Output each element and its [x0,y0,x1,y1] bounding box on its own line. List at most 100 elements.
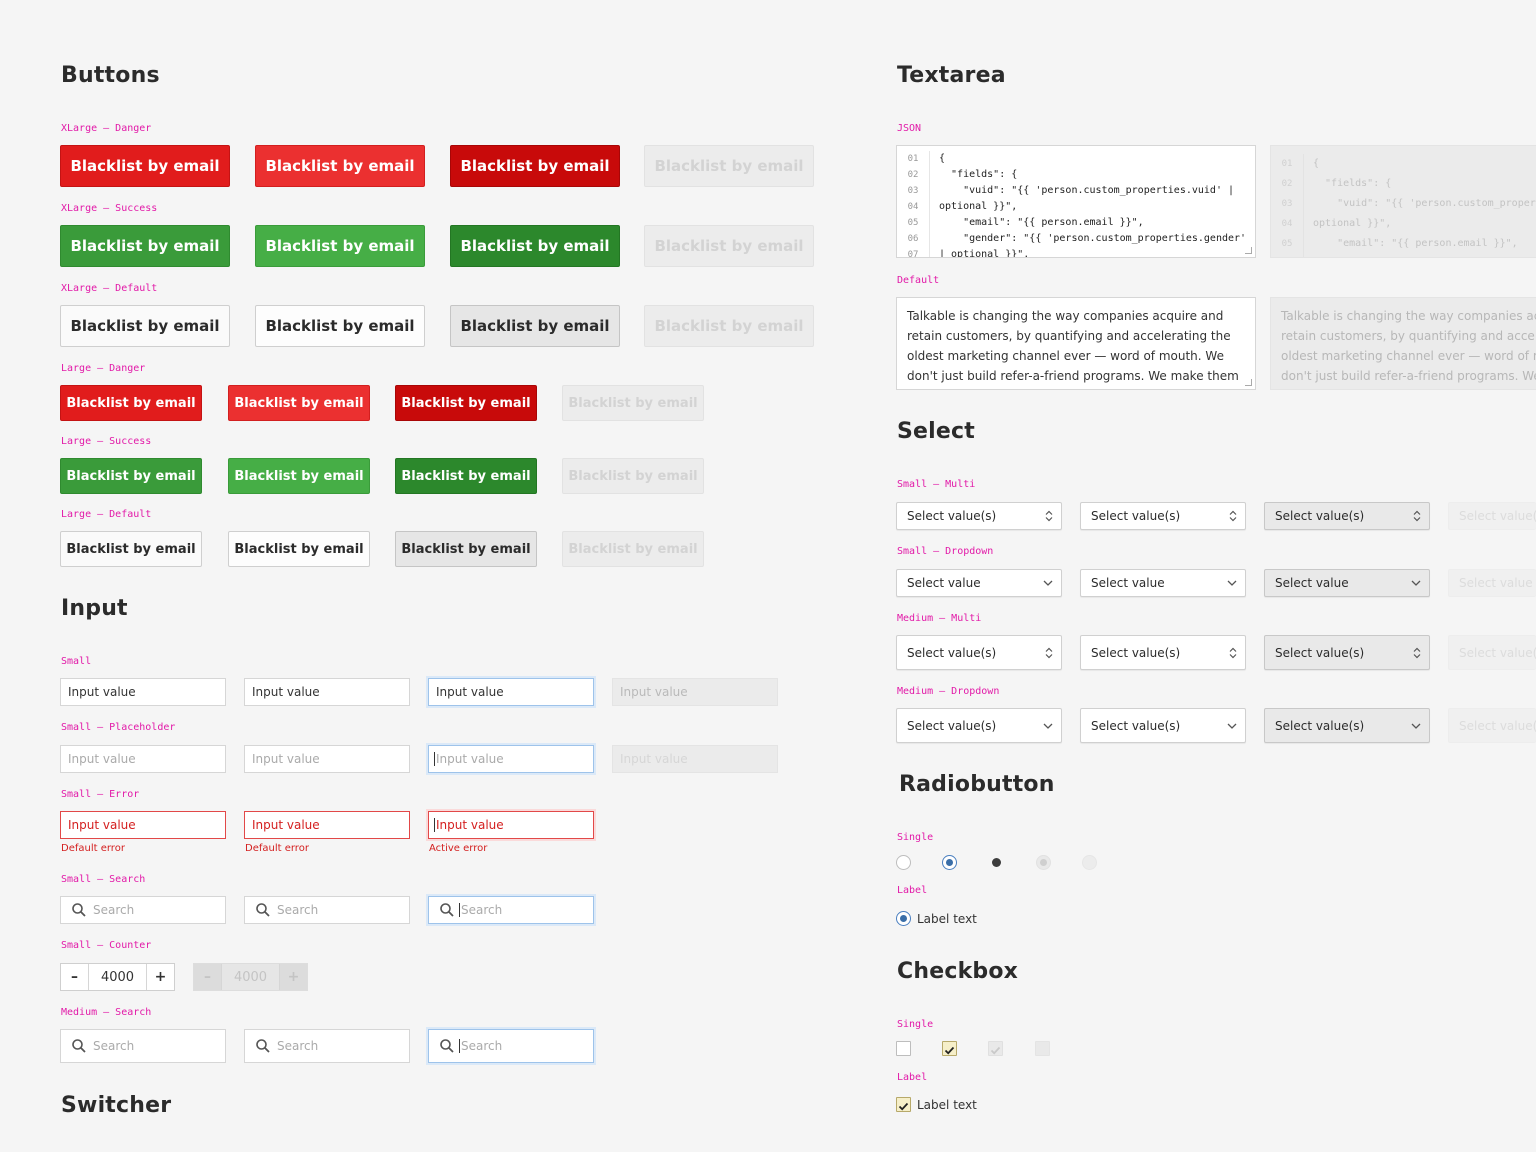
input-placeholder-focus[interactable]: Input value [428,745,594,773]
select-small-dropdown-disabled: Select value [1448,569,1536,597]
input-small-default[interactable]: Input value [60,678,226,706]
line-number: 04 [1281,219,1293,229]
xlarge-danger-button-hover[interactable]: Blacklist by email [255,145,425,187]
select-value: Select value(s) [1091,718,1181,733]
counter-value[interactable]: 4000 [88,964,147,990]
select-medium-dropdown-label: Medium – Dropdown [897,686,1000,697]
chevron-down-icon [1227,580,1237,586]
input-error-focus[interactable]: Input value [428,811,594,839]
select-small-dropdown-active[interactable]: Select value [1264,569,1430,597]
search-input-hover[interactable]: Search [244,896,410,924]
select-medium-dropdown[interactable]: Select value(s) [896,708,1062,743]
json-textarea[interactable]: 01 02 03 04 05 06 07 { "fields": { "vuid": "{{… [896,145,1256,258]
select-medium-multi-hover[interactable]: Select value(s) [1080,635,1246,670]
input-error-default[interactable]: Input value [60,811,226,839]
search-icon [256,1039,270,1053]
json-textarea-disabled: 01 02 03 04 05 { "fields": { "vuid": "{{ 'pe… [1270,145,1536,258]
default-textarea-disabled: Talkable is changing the way companies a… [1270,297,1536,390]
switcher-heading: Switcher [61,1093,172,1118]
input-value-text: Input value [68,685,136,699]
search-placeholder: Search [461,1039,503,1053]
checkmark-icon [944,1046,955,1055]
select-small-dropdown[interactable]: Select value [896,569,1062,597]
checkbox-checked[interactable] [896,1097,911,1112]
select-medium-dropdown-active[interactable]: Select value(s) [1264,708,1430,743]
select-medium-dropdown-hover[interactable]: Select value(s) [1080,708,1246,743]
input-placeholder-default[interactable]: Input value [60,745,226,773]
large-success-button-disabled: Blacklist by email [562,458,704,494]
counter-decrement-button[interactable]: – [61,964,88,990]
input-medium-search-label: Medium – Search [61,1007,152,1018]
xlarge-success-button[interactable]: Blacklist by email [60,225,230,267]
search-input-default[interactable]: Search [60,896,226,924]
select-value: Select value(s) [1275,718,1365,733]
json-code: { "fields": { "vuid": "{{ 'person.custom… [1313,158,1536,249]
search-icon [72,903,86,917]
xlarge-success-button-active[interactable]: Blacklist by email [450,225,620,267]
radio-dot-only[interactable] [992,858,1001,867]
counter-stepper[interactable]: – 4000 + [60,963,175,991]
xlarge-default-button-active[interactable]: Blacklist by email [450,305,620,347]
line-number: 02 [907,170,919,180]
select-small-multi-hover[interactable]: Select value(s) [1080,502,1246,530]
input-small-label: Small [61,656,92,667]
input-small-focus[interactable]: Input value [428,678,594,706]
resize-handle[interactable] [1245,379,1252,386]
default-error-message: Default error [61,843,125,854]
select-small-multi-active[interactable]: Select value(s) [1264,502,1430,530]
xlarge-default-button[interactable]: Blacklist by email [60,305,230,347]
default-error-message: Default error [245,843,309,854]
radio-dot [946,859,953,866]
updown-arrows-icon [1045,647,1053,658]
line-number-gutter: 01 02 03 04 05 06 07 [897,151,930,257]
radio-checked[interactable] [896,911,911,926]
select-value: Select value(s) [1091,509,1181,523]
resize-handle[interactable] [1245,247,1252,254]
xlarge-danger-label: XLarge – Danger [61,123,152,134]
large-default-button-hover[interactable]: Blacklist by email [228,531,370,567]
search-icon [256,903,270,917]
large-default-button-active[interactable]: Blacklist by email [395,531,537,567]
large-success-button-hover[interactable]: Blacklist by email [228,458,370,494]
chevron-down-icon [1411,580,1421,586]
large-success-label: Large – Success [61,436,152,447]
radio-checked[interactable] [942,855,957,870]
select-small-multi[interactable]: Select value(s) [896,502,1062,530]
checkbox-with-label[interactable]: Label text [896,1097,977,1112]
textarea-content: Talkable is changing the way companies a… [1281,309,1536,383]
input-placeholder-hover[interactable]: Input value [244,745,410,773]
checkbox-unchecked[interactable] [896,1041,911,1056]
select-medium-multi[interactable]: Select value(s) [896,635,1062,670]
counter-increment-button: + [280,964,307,990]
input-error-hover[interactable]: Input value [244,811,410,839]
medium-search-input-default[interactable]: Search [60,1029,226,1063]
medium-search-input-focus[interactable]: Search [428,1029,594,1063]
large-default-button[interactable]: Blacklist by email [60,531,202,567]
xlarge-danger-button[interactable]: Blacklist by email [60,145,230,187]
large-success-button-active[interactable]: Blacklist by email [395,458,537,494]
input-small-hover[interactable]: Input value [244,678,410,706]
radio-unchecked[interactable] [896,855,911,870]
search-placeholder: Search [93,903,135,917]
xlarge-success-button-hover[interactable]: Blacklist by email [255,225,425,267]
search-icon [440,903,454,917]
search-input-focus[interactable]: Search [428,896,594,924]
select-medium-multi-label: Medium – Multi [897,613,982,624]
checkbox-checked[interactable] [942,1041,957,1056]
input-placeholder-text: Input value [252,752,320,766]
chevron-down-icon [1227,723,1237,729]
large-success-button[interactable]: Blacklist by email [60,458,202,494]
large-danger-button[interactable]: Blacklist by email [60,385,202,421]
medium-search-input-hover[interactable]: Search [244,1029,410,1063]
xlarge-danger-button-active[interactable]: Blacklist by email [450,145,620,187]
select-small-dropdown-hover[interactable]: Select value [1080,569,1246,597]
radio-with-label[interactable]: Label text [896,911,977,926]
select-medium-multi-active[interactable]: Select value(s) [1264,635,1430,670]
select-value: Select value(s) [1091,645,1181,660]
large-danger-button-active[interactable]: Blacklist by email [395,385,537,421]
default-textarea[interactable]: Talkable is changing the way companies a… [896,297,1256,390]
counter-increment-button[interactable]: + [147,964,174,990]
radiobutton-heading: Radiobutton [899,772,1055,797]
large-danger-button-hover[interactable]: Blacklist by email [228,385,370,421]
xlarge-default-button-hover[interactable]: Blacklist by email [255,305,425,347]
